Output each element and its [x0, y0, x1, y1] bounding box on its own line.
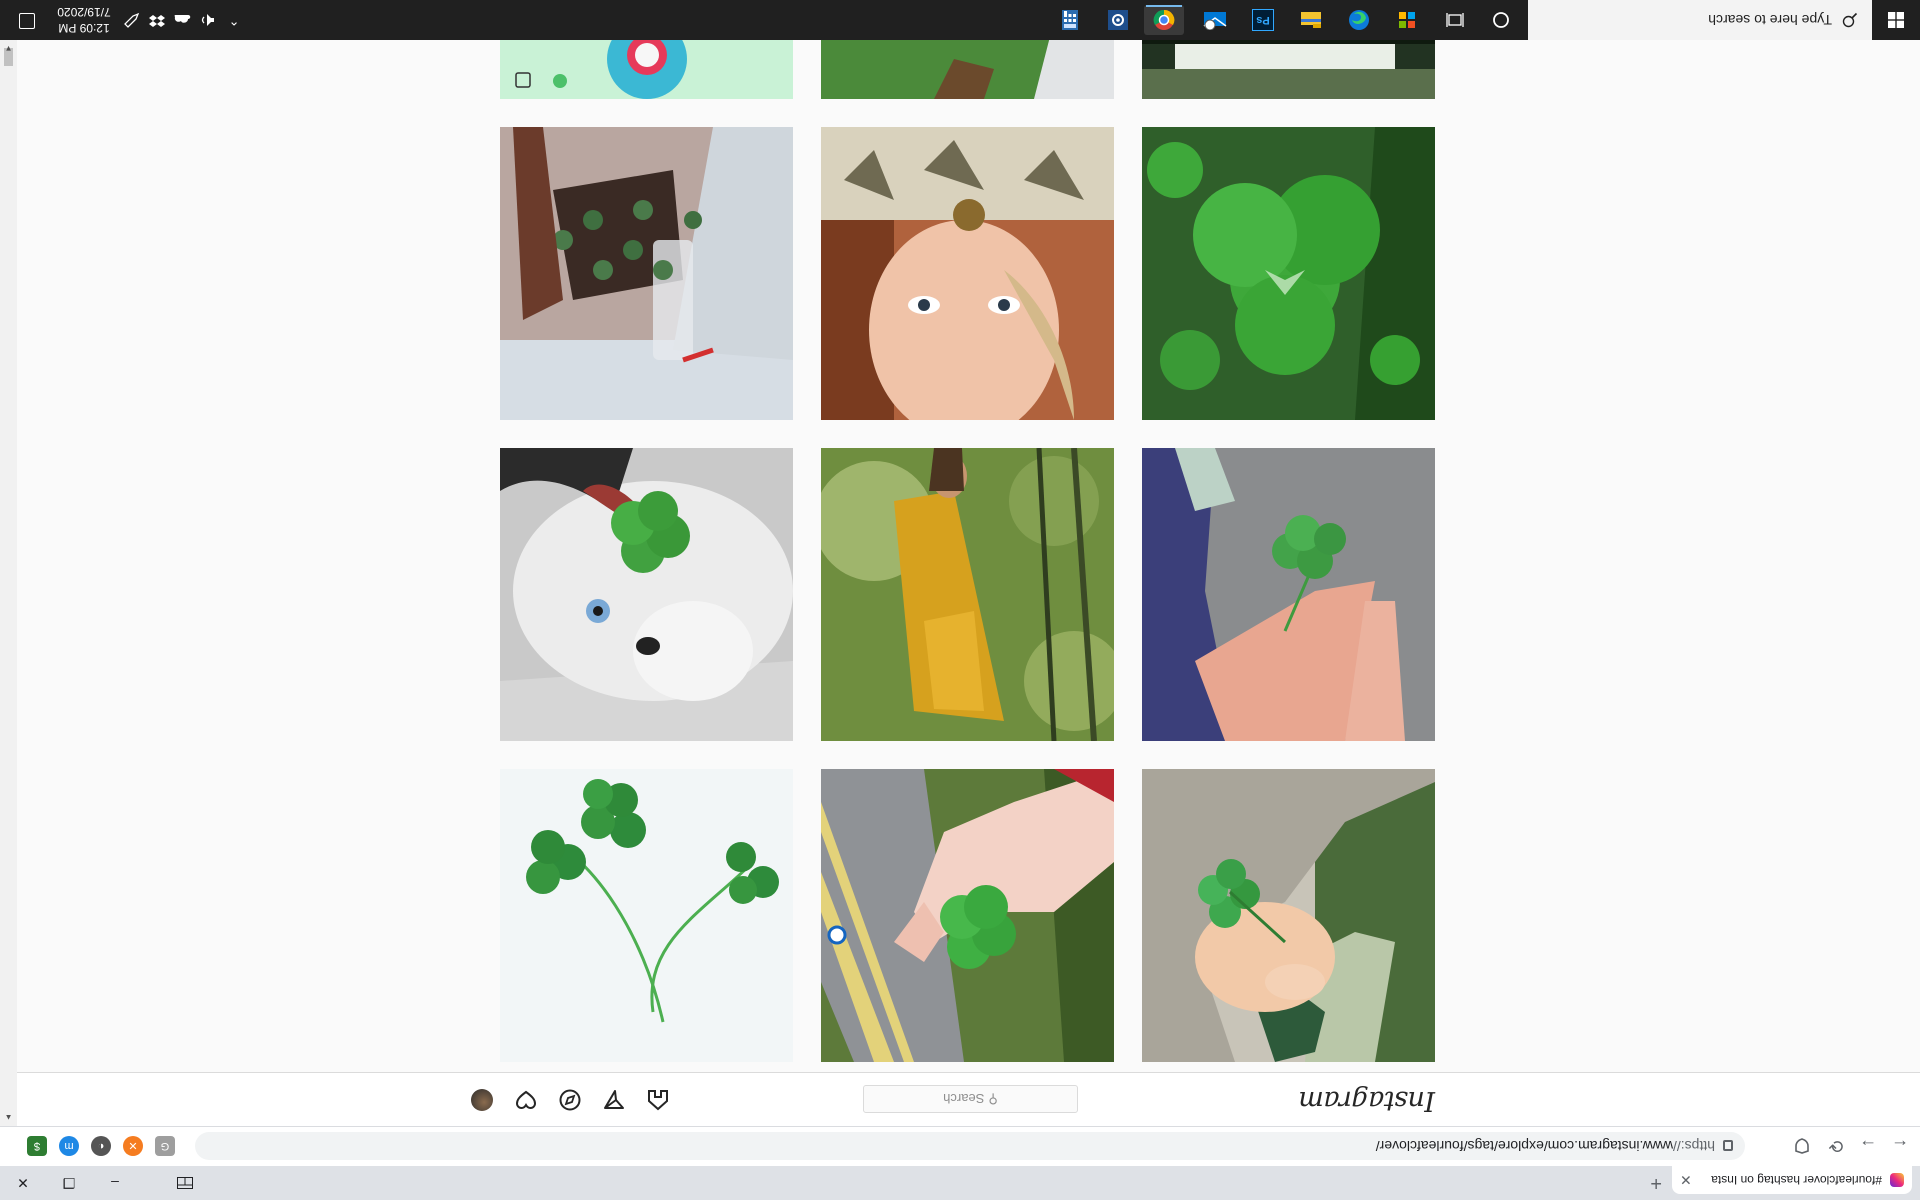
direct-icon[interactable] — [602, 1088, 626, 1112]
page-viewport: Instagram ⚲ Search — [17, 40, 1920, 1126]
profile-avatar[interactable] — [470, 1088, 494, 1112]
mail-icon[interactable] — [1200, 5, 1230, 35]
browser-toolbar: ← → ⟳ https://www.instagram.com/explore/… — [0, 1126, 1920, 1166]
restore-button[interactable]: ❐ — [46, 1166, 92, 1200]
tile-dog-clover[interactable] — [500, 448, 793, 741]
tile-clover-plant[interactable] — [500, 127, 793, 420]
cortana-icon[interactable] — [1486, 5, 1516, 35]
home-icon[interactable] — [646, 1088, 670, 1112]
tile-hand-clover-pavement[interactable] — [1142, 448, 1435, 741]
tile-partial-top-right[interactable] — [500, 40, 793, 99]
url-scheme: https:// — [1672, 1138, 1715, 1154]
clock-time: 12:09 PM — [58, 21, 110, 35]
tile-shoe-clover[interactable] — [1142, 769, 1435, 1062]
search-icon: ⚲ — [988, 1092, 998, 1107]
active-app-indicator — [1146, 5, 1182, 7]
taskbar-search-placeholder: Type here to search — [1708, 12, 1832, 28]
onedrive-icon[interactable] — [171, 0, 193, 40]
file-explorer-icon[interactable] — [1296, 5, 1326, 35]
show-hidden-icons-icon[interactable]: ⌃ — [223, 0, 245, 40]
url-text: https://www.instagram.com/explore/tags/f… — [1376, 1138, 1715, 1154]
extension-3-icon[interactable]: ◐ — [91, 1136, 111, 1156]
store-icon[interactable] — [1392, 5, 1422, 35]
reload-button[interactable]: ⟳ — [1824, 1134, 1848, 1158]
extension-4-icon[interactable]: m — [59, 1136, 79, 1156]
windows-taskbar: Type here to search Ps ⌃ 12:09 PM 7/19/2… — [0, 0, 1920, 40]
address-bar[interactable]: https://www.instagram.com/explore/tags/f… — [195, 1132, 1745, 1160]
browser-title-bar: #fourleafclover hashtag on Insta ✕ + – ❐… — [0, 1166, 1920, 1200]
tile-partial-top-left[interactable] — [1142, 40, 1435, 99]
tab-close-icon[interactable]: ✕ — [1680, 1172, 1692, 1189]
search-placeholder: Search — [943, 1091, 985, 1107]
explore-icon[interactable] — [558, 1088, 582, 1112]
new-tab-button[interactable]: + — [1650, 1172, 1662, 1194]
instagram-header: Instagram ⚲ Search — [17, 1072, 1920, 1126]
photoshop-icon[interactable]: Ps — [1248, 5, 1278, 35]
task-view-icon[interactable] — [1440, 5, 1470, 35]
pen-workspace-icon[interactable] — [121, 0, 143, 40]
windows-start-button[interactable] — [1872, 0, 1920, 40]
tile-hand-clover[interactable] — [821, 769, 1114, 1062]
instagram-search-input[interactable]: ⚲ Search — [863, 1085, 1078, 1113]
chrome-icon[interactable] — [1144, 5, 1184, 35]
shield-icon[interactable] — [1790, 1134, 1814, 1158]
tile-woman-selfie[interactable] — [821, 127, 1114, 420]
avatar — [471, 1089, 493, 1111]
action-center-icon[interactable] — [19, 13, 35, 29]
minimize-button[interactable]: – — [92, 1166, 138, 1200]
tile-woman-yellow-dress[interactable] — [821, 448, 1114, 741]
settings-icon[interactable] — [1103, 5, 1133, 35]
taskbar-search-box[interactable]: Type here to search — [1528, 0, 1872, 40]
instagram-logo[interactable]: Instagram — [1299, 1085, 1435, 1116]
activity-icon[interactable] — [514, 1088, 538, 1112]
forward-button[interactable]: → — [1856, 1134, 1880, 1158]
close-window-button[interactable]: ✕ — [0, 1166, 46, 1200]
browser-tab[interactable]: #fourleafclover hashtag on Insta ✕ — [1672, 1166, 1912, 1194]
taskbar-clock[interactable]: 12:09 PM 7/19/2020 — [48, 4, 120, 36]
page-scrollbar[interactable]: ▲ ▼ — [0, 40, 17, 1126]
instagram-favicon-icon — [1890, 1173, 1904, 1187]
extension-1-icon[interactable]: G — [155, 1136, 175, 1156]
calculator-icon[interactable] — [1055, 5, 1085, 35]
scroll-up-arrow-icon[interactable]: ▲ — [0, 1109, 17, 1126]
scroll-down-arrow-icon[interactable]: ▼ — [0, 40, 17, 57]
lock-icon — [1723, 1140, 1733, 1152]
photoshop-label: Ps — [1252, 9, 1274, 31]
extension-5-icon[interactable]: $ — [27, 1136, 47, 1156]
edge-icon[interactable] — [1344, 5, 1374, 35]
tile-clover-leaves[interactable] — [1142, 127, 1435, 420]
volume-icon[interactable] — [196, 0, 218, 40]
dropbox-icon[interactable] — [146, 0, 168, 40]
tab-title: #fourleafclover hashtag on Insta — [1711, 1173, 1882, 1187]
tile-clover-on-glass[interactable] — [500, 769, 793, 1062]
extension-2-icon[interactable]: ✕ — [123, 1136, 143, 1156]
tile-partial-top-mid[interactable] — [821, 40, 1114, 99]
back-button[interactable]: ← — [1888, 1134, 1912, 1158]
tab-search-icon[interactable] — [162, 1166, 208, 1200]
search-icon — [1842, 12, 1858, 28]
clock-date: 7/19/2020 — [57, 5, 111, 19]
url-path: www.instagram.com/explore/tags/fourleafc… — [1375, 1138, 1673, 1154]
